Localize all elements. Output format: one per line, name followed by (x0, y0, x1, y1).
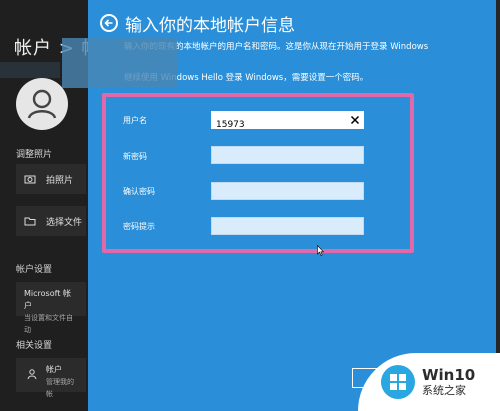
username-label: 用户名 (123, 116, 147, 125)
confirm-password-label: 确认密码 (123, 187, 155, 196)
take-photo-label: 拍照片 (46, 175, 74, 186)
accounts-card[interactable]: 帐户 管理我的帐 (16, 358, 86, 398)
local-account-dialog: 输入你的本地帐户信息 输入你的现有的本地帐户的用户名和密码。这是你从现在开始用于… (62, 0, 496, 411)
windows-logo-icon (381, 365, 415, 399)
take-photo-item[interactable]: 拍照片 (16, 164, 86, 194)
mouse-pointer-icon (317, 245, 325, 256)
back-button[interactable] (100, 14, 118, 32)
blurred-region (0, 62, 60, 78)
username-input[interactable] (212, 117, 348, 133)
ms-account-sub: 当设置和文件自动 (24, 314, 73, 334)
related-settings-heading: 相关设置 (16, 341, 53, 351)
folder-icon (24, 217, 36, 226)
ms-account-title: Microsoft 帐户 (24, 289, 71, 310)
avatar (16, 78, 68, 130)
user-icon (27, 89, 57, 119)
choose-file-label: 选择文件 (46, 217, 83, 228)
account-settings-heading: 帐户设置 (16, 265, 53, 275)
new-password-field[interactable] (211, 146, 364, 164)
dialog-title: 输入你的本地帐户信息 (125, 16, 295, 36)
password-hint-field[interactable] (211, 217, 364, 235)
accounts-icon (27, 369, 37, 380)
new-password-label: 新密码 (123, 152, 147, 161)
blurred-region (62, 38, 177, 88)
back-arrow-icon (104, 19, 113, 27)
watermark-text: Win10 系统之家 (422, 365, 476, 398)
choose-file-item[interactable]: 选择文件 (16, 206, 86, 236)
username-field[interactable] (211, 111, 364, 133)
watermark-line1: Win10 (422, 365, 476, 384)
confirm-password-field[interactable] (211, 182, 364, 200)
camera-icon (24, 175, 36, 184)
accounts-title: 帐户 (46, 365, 62, 374)
watermark-line2: 系统之家 (422, 383, 466, 397)
clear-icon[interactable] (349, 114, 361, 126)
accounts-sub: 管理我的帐 (46, 378, 74, 398)
adjust-photo-heading: 调整照片 (16, 150, 53, 160)
microsoft-account-card[interactable]: Microsoft 帐户 当设置和文件自动 (16, 282, 86, 334)
password-hint-label: 密码提示 (123, 222, 155, 231)
